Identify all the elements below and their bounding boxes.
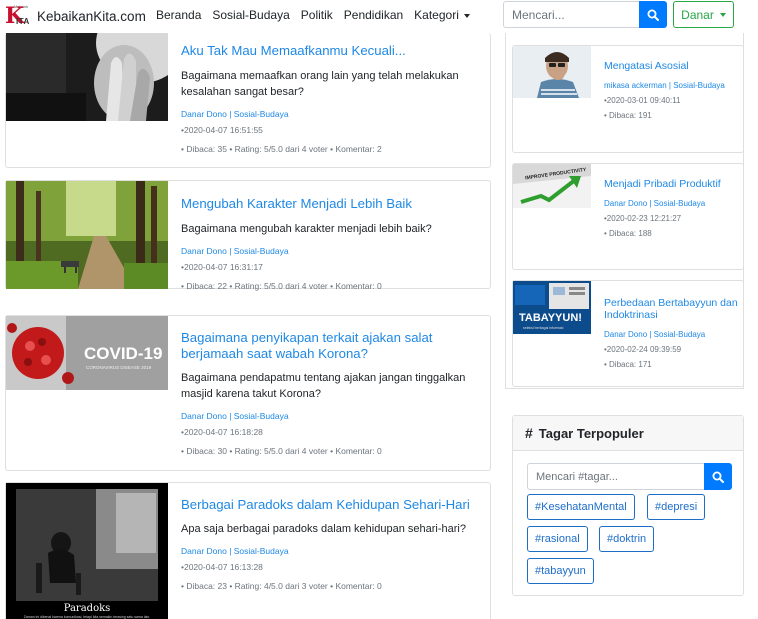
article-description: Bagaimana pendapatmu tentang ajakan jang… (181, 372, 466, 400)
covid-19-image: COVID-19 CORONAVIRUS DISEASE 2019 (6, 316, 168, 390)
nav-politik[interactable]: Politik (301, 8, 333, 22)
sidebar-article-card: TABAYYUN! seleksi berbagai informasi Per… (512, 280, 744, 387)
sidebar-article-title[interactable]: Perbedaan Bertabayyun dan Indoktrinasi (604, 297, 739, 321)
thinking-man-image (513, 46, 591, 98)
tabayyun-label: TABAYYUN! (519, 312, 582, 324)
tags-panel-title: Tagar Terpopuler (538, 425, 644, 441)
caret-down-icon (719, 12, 726, 17)
sidebar-article-content: Perbedaan Bertabayyun dan Indoktrinasi D… (604, 297, 739, 370)
nav-kategori-dropdown[interactable]: Kategori (414, 8, 470, 22)
sidebar-article-content: Mengatasi Asosial mikasa ackerman | Sosi… (604, 60, 739, 121)
nav-pendidikan[interactable]: Pendidikan (344, 8, 403, 22)
tag-tabayyun[interactable]: #tabayyun (527, 558, 594, 584)
article-content: Aku Tak Mau Memaafkanmu Kecuali... Bagai… (181, 43, 481, 155)
praying-hands-image (6, 33, 168, 121)
paradoks-caption: Paradoks (64, 603, 111, 614)
article-stats: • Dibaca: 30 • Rating: 5/5.0 dari 4 vote… (181, 446, 382, 456)
article-content: Mengubah Karakter Menjadi Lebih Baik Bag… (181, 196, 481, 292)
article-date: •2020-04-07 16:18:28 (181, 427, 263, 437)
article-card: Aku Tak Mau Memaafkanmu Kecuali... Bagai… (5, 33, 491, 168)
sidebar-article-card: Mengatasi Asosial mikasa ackerman | Sosi… (512, 45, 744, 153)
tag-rasional[interactable]: #rasional (527, 526, 588, 552)
article-thumbnail[interactable] (6, 33, 168, 121)
article-title[interactable]: Bagaimana penyikapan terkait ajakan sala… (181, 330, 481, 362)
article-date: •2020-04-07 16:51:55 (181, 125, 263, 135)
improve-productivity-image: IMPROVE PRODUCTIVITY (513, 164, 591, 208)
sidebar-article-author[interactable]: Danar Dono | Sosial-Budaya (604, 329, 739, 340)
article-description: Apa saja berbagai paradoks dalam kehidup… (181, 523, 466, 535)
nav-sosial-budaya[interactable]: Sosial-Budaya (212, 8, 289, 22)
nav-kategori-label: Kategori (414, 8, 459, 22)
sidebar-thumbnail[interactable]: TABAYYUN! seleksi berbagai informasi (513, 281, 591, 334)
sidebar-thumbnail[interactable] (513, 46, 591, 98)
article-thumbnail[interactable]: Paradoks Zaman ini dikenal karena komuni… (6, 483, 168, 619)
user-menu-button[interactable]: Danar (673, 1, 734, 28)
tag-search-button[interactable] (704, 463, 732, 490)
sidebar-article-date: •2020-02-23 12:21:27 (604, 214, 682, 223)
article-author-category[interactable]: Danar Dono | Sosial-Budaya (181, 109, 481, 120)
article-title[interactable]: Aku Tak Mau Memaafkanmu Kecuali... (181, 43, 481, 59)
search-icon (712, 471, 724, 483)
article-stats: • Dibaca: 23 • Rating: 4/5.0 dari 3 vote… (181, 581, 382, 591)
popular-tags-panel: # Tagar Terpopuler #KesehatanMental #dep… (512, 415, 744, 596)
sidebar-article-title[interactable]: Mengatasi Asosial (604, 60, 739, 72)
tag-search-input[interactable] (527, 463, 705, 490)
tabayyun-image: TABAYYUN! seleksi berbagai informasi (513, 281, 591, 334)
article-thumbnail[interactable]: COVID-19 CORONAVIRUS DISEASE 2019 (6, 316, 168, 390)
nav-beranda[interactable]: Beranda (156, 8, 201, 22)
article-content: Bagaimana penyikapan terkait ajakan sala… (181, 330, 481, 457)
tag-depresi[interactable]: #depresi (647, 494, 706, 520)
article-title[interactable]: Mengubah Karakter Menjadi Lebih Baik (181, 196, 481, 212)
top-navbar: Majalah K ITA KebaikanKita.com Beranda S… (0, 0, 758, 32)
search-button[interactable] (639, 1, 667, 28)
sidebar-article-content: Menjadi Pribadi Produktif Danar Dono | S… (604, 178, 739, 239)
sidebar-article-card: IMPROVE PRODUCTIVITY Menjadi Pribadi Pro… (512, 163, 744, 270)
brand-name: KebaikanKita.com (37, 8, 146, 24)
sidebar-article-author[interactable]: Danar Dono | Sosial-Budaya (604, 198, 739, 209)
article-title[interactable]: Berbagai Paradoks dalam Kehidupan Sehari… (181, 497, 481, 513)
sidebar-article-stats: • Dibaca: 191 (604, 111, 652, 120)
tag-doktrin[interactable]: #doktrin (599, 526, 655, 552)
article-description: Bagaimana mengubah karakter menjadi lebi… (181, 223, 432, 235)
search-input[interactable] (503, 1, 640, 28)
article-date: •2020-04-07 16:13:28 (181, 562, 263, 572)
tags-panel-header: # Tagar Terpopuler (513, 416, 743, 451)
sidebar-article-date: •2020-02-24 09:39:59 (604, 345, 682, 354)
article-author-category[interactable]: Danar Dono | Sosial-Budaya (181, 246, 481, 257)
tabayyun-sublabel: seleksi berbagai informasi (523, 326, 564, 330)
covid-sublabel: CORONAVIRUS DISEASE 2019 (86, 365, 152, 370)
article-author-category[interactable]: Danar Dono | Sosial-Budaya (181, 411, 481, 422)
nav-menu: Beranda Sosial-Budaya Politik Pendidikan… (156, 8, 481, 22)
search-icon (647, 9, 659, 21)
park-path-image (6, 181, 168, 289)
site-search (503, 1, 667, 28)
article-thumbnail[interactable] (6, 181, 168, 289)
article-author-category[interactable]: Danar Dono | Sosial-Budaya (181, 546, 481, 557)
article-card: COVID-19 CORONAVIRUS DISEASE 2019 Bagaim… (5, 315, 491, 471)
brand-logo: Majalah K ITA (5, 3, 30, 29)
sidebar-article-stats: • Dibaca: 188 (604, 229, 652, 238)
paradoks-image: Paradoks Zaman ini dikenal karena komuni… (6, 483, 168, 619)
covid-label: COVID-19 (84, 344, 162, 363)
sidebar-article-author[interactable]: mikasa ackerman | Sosial-Budaya (604, 80, 739, 91)
sidebar-article-title[interactable]: Menjadi Pribadi Produktif (604, 178, 739, 190)
sidebar-thumbnail[interactable]: IMPROVE PRODUCTIVITY (513, 164, 591, 208)
brand-link[interactable]: Majalah K ITA KebaikanKita.com (4, 3, 146, 29)
paradoks-subcaption: Zaman ini dikenal karena komunikasi, tet… (24, 615, 150, 619)
article-card: Mengubah Karakter Menjadi Lebih Baik Bag… (5, 180, 491, 292)
tag-kesehatanmental[interactable]: #KesehatanMental (527, 494, 635, 520)
user-name: Danar (681, 7, 714, 22)
sidebar-article-date: •2020-03-01 09:40:11 (604, 96, 681, 105)
hash-icon: # (525, 425, 533, 441)
tag-search (527, 463, 732, 490)
article-card: Paradoks Zaman ini dikenal karena komuni… (5, 482, 491, 619)
caret-down-icon (463, 13, 470, 18)
sidebar-article-stats: • Dibaca: 171 (604, 360, 652, 369)
article-stats: • Dibaca: 35 • Rating: 5/5.0 dari 4 vote… (181, 144, 382, 154)
article-date: •2020-04-07 16:31:17 (181, 262, 263, 272)
article-description: Bagaimana memaafkan orang lain yang tela… (181, 70, 459, 98)
article-content: Berbagai Paradoks dalam Kehidupan Sehari… (181, 497, 481, 592)
article-stats: • Dibaca: 22 • Rating: 5/5.0 dari 4 vote… (181, 281, 382, 291)
